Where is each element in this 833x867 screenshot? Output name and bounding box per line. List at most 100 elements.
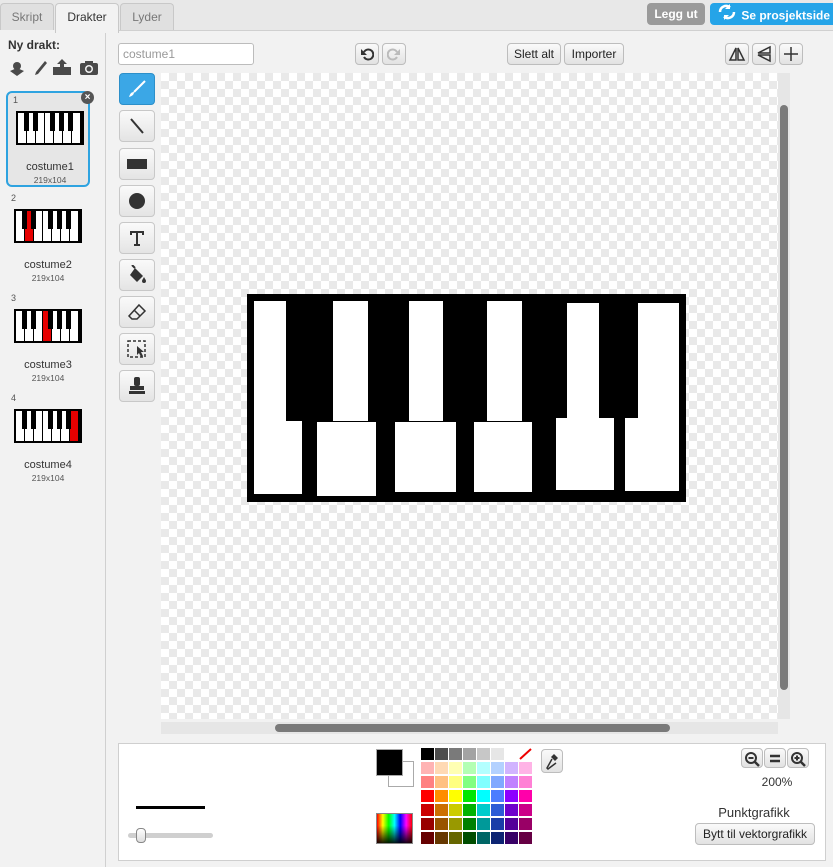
costume-number: 3 [11,293,17,303]
color-swatch[interactable] [505,748,518,760]
costume-item[interactable]: 3 costume3 219x104 [6,291,90,387]
color-swatch[interactable] [505,762,518,774]
color-swatch[interactable] [435,776,448,788]
ellipse-tool-icon [129,193,145,209]
flip-vertical-button[interactable] [752,43,776,65]
color-swatch[interactable] [421,776,434,788]
choose-from-library-icon[interactable] [8,59,26,77]
zoom-out-button[interactable] [741,748,763,768]
color-swatch[interactable] [463,762,476,774]
color-swatch[interactable] [477,790,490,802]
transparent-color-swatch[interactable] [519,748,532,760]
color-picker-spectrum[interactable] [376,813,413,844]
convert-to-vector-button[interactable]: Bytt til vektorgrafikk [695,823,815,845]
flip-horizontal-button[interactable] [725,43,749,65]
color-swatch[interactable] [505,832,518,844]
color-swatch[interactable] [421,748,434,760]
color-swatch[interactable] [449,776,462,788]
color-swatch[interactable] [477,804,490,816]
clear-button[interactable]: Slett alt [507,43,561,65]
zoom-in-button[interactable] [787,748,809,768]
color-swatch[interactable] [477,832,490,844]
rectangle-tool-button[interactable] [119,148,155,180]
color-swatch[interactable] [519,832,532,844]
color-swatch[interactable] [449,748,462,760]
text-tool-button[interactable] [119,222,155,254]
color-swatch[interactable] [463,790,476,802]
color-swatch[interactable] [435,748,448,760]
color-swatch[interactable] [505,790,518,802]
see-project-page-button[interactable]: Se prosjektside [710,3,833,25]
color-swatch[interactable] [491,804,504,816]
line-tool-button[interactable] [119,110,155,142]
tab-sounds[interactable]: Lyder [120,3,174,31]
fill-tool-button[interactable] [119,259,155,291]
set-center-button[interactable] [779,43,803,65]
costume-name-input[interactable] [118,43,254,65]
upload-icon[interactable] [52,58,72,76]
color-swatch[interactable] [435,832,448,844]
color-swatch[interactable] [463,804,476,816]
color-swatch[interactable] [519,804,532,816]
color-swatch[interactable] [449,804,462,816]
color-swatch[interactable] [421,804,434,816]
color-swatch[interactable] [435,818,448,830]
horizontal-scrollbar-thumb[interactable] [275,724,670,732]
costume-item[interactable]: 1 costume1 219x104 × [6,91,94,187]
color-swatch[interactable] [477,818,490,830]
select-tool-button[interactable] [119,333,155,365]
color-swatch[interactable] [463,776,476,788]
vertical-scrollbar-thumb[interactable] [780,105,788,690]
color-swatch[interactable] [477,748,490,760]
delete-costume-icon[interactable]: × [81,91,94,104]
color-swatch[interactable] [505,776,518,788]
primary-color-swatch[interactable] [376,749,403,776]
costume-item[interactable]: 4 costume4 219x104 [6,391,90,487]
undo-button[interactable] [355,43,379,65]
color-swatch[interactable] [477,762,490,774]
zoom-reset-button[interactable] [764,748,786,768]
color-swatch[interactable] [519,762,532,774]
eraser-tool-button[interactable] [119,296,155,328]
eyedropper-button[interactable] [541,749,563,773]
tab-costumes[interactable]: Drakter [55,3,119,33]
color-swatch[interactable] [491,790,504,802]
color-swatch[interactable] [435,804,448,816]
color-swatch[interactable] [421,762,434,774]
color-swatch[interactable] [519,790,532,802]
logout-button[interactable]: Legg ut [647,3,705,25]
color-swatch[interactable] [505,818,518,830]
color-swatch[interactable] [463,748,476,760]
color-swatch[interactable] [491,776,504,788]
color-swatch[interactable] [477,776,490,788]
color-swatch[interactable] [505,804,518,816]
color-swatch[interactable] [491,748,504,760]
color-swatch[interactable] [463,832,476,844]
color-swatch[interactable] [491,832,504,844]
paint-new-icon[interactable] [31,59,49,77]
color-swatch[interactable] [449,832,462,844]
color-swatch[interactable] [421,832,434,844]
color-swatch[interactable] [519,776,532,788]
tab-scripts[interactable]: Skript [0,3,54,31]
ellipse-tool-button[interactable] [119,185,155,217]
color-swatch[interactable] [435,762,448,774]
stamp-tool-button[interactable] [119,370,155,402]
camera-icon[interactable] [79,59,99,77]
color-swatch[interactable] [463,818,476,830]
redo-button[interactable] [382,43,406,65]
line-width-slider-handle[interactable] [136,828,146,843]
costume-item[interactable]: 2 costume2 219x104 [6,191,90,287]
color-swatch[interactable] [435,790,448,802]
color-swatch[interactable] [449,762,462,774]
drawing-canvas[interactable] [161,73,778,719]
color-swatch[interactable] [421,790,434,802]
import-button[interactable]: Importer [564,43,624,65]
brush-tool-button[interactable] [119,73,155,105]
color-swatch[interactable] [449,790,462,802]
color-swatch[interactable] [491,818,504,830]
color-swatch[interactable] [421,818,434,830]
color-swatch[interactable] [519,818,532,830]
color-swatch[interactable] [449,818,462,830]
color-swatch[interactable] [491,762,504,774]
